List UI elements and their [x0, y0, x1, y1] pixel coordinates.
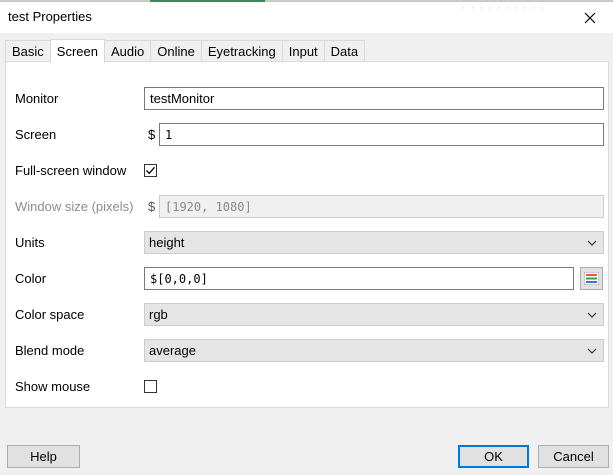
chevron-down-icon — [587, 240, 597, 246]
fullscreen-checkbox[interactable] — [144, 164, 157, 177]
screen-settings-panel: Monitor testMonitor Screen $ 1 Full-scre… — [5, 61, 609, 408]
ok-button[interactable]: OK — [458, 445, 529, 468]
tab-eyetracking[interactable]: Eyetracking — [200, 40, 283, 62]
units-dropdown[interactable]: height — [144, 231, 604, 254]
show-mouse-checkbox[interactable] — [144, 380, 157, 393]
screen-code-prefix: $ — [148, 127, 156, 142]
window-size-field: [1920, 1080] — [159, 195, 604, 218]
title-accent-line — [150, 0, 265, 2]
background-window-text: · · · · · · · · · · — [462, 2, 546, 14]
units-label: Units — [15, 235, 45, 250]
title-bar: test Properties · · · · · · · · · · — [0, 0, 613, 33]
monitor-field[interactable]: testMonitor — [144, 87, 604, 110]
tab-input[interactable]: Input — [281, 40, 325, 62]
window-size-code-prefix: $ — [148, 199, 156, 214]
color-space-value: rgb — [149, 307, 168, 322]
window-size-value: [1920, 1080] — [165, 199, 252, 214]
tab-data[interactable]: Data — [323, 40, 366, 62]
chevron-down-icon — [587, 312, 597, 318]
screen-value: 1 — [165, 127, 173, 142]
window-title: test Properties — [8, 9, 92, 24]
cancel-button[interactable]: Cancel — [538, 445, 609, 468]
screen-label: Screen — [15, 127, 57, 142]
blend-mode-label: Blend mode — [15, 343, 85, 358]
color-picker-button[interactable] — [580, 267, 603, 290]
color-label: Color — [15, 271, 47, 286]
screen-field[interactable]: 1 — [159, 123, 604, 146]
color-space-dropdown[interactable]: rgb — [144, 303, 604, 326]
fullscreen-label: Full-screen window — [15, 163, 127, 178]
monitor-label: Monitor — [15, 91, 59, 106]
show-mouse-label: Show mouse — [15, 379, 91, 394]
blend-mode-value: average — [149, 343, 196, 358]
tab-online[interactable]: Online — [150, 40, 202, 62]
color-value: $[0,0,0] — [150, 271, 208, 286]
color-space-label: Color space — [15, 307, 85, 322]
help-button[interactable]: Help — [7, 445, 80, 468]
close-icon — [584, 12, 596, 23]
checkmark-icon — [146, 166, 155, 175]
units-value: height — [149, 235, 185, 250]
tab-strip: Basic Screen Audio Online Eyetracking In… — [5, 39, 366, 63]
chevron-down-icon — [587, 348, 597, 354]
blend-mode-dropdown[interactable]: average — [144, 339, 604, 362]
close-button[interactable] — [567, 2, 613, 33]
window-size-label: Window size (pixels) — [15, 199, 134, 214]
monitor-value: testMonitor — [150, 91, 215, 106]
color-field[interactable]: $[0,0,0] — [144, 267, 574, 290]
tab-screen[interactable]: Screen — [49, 39, 105, 63]
tab-audio[interactable]: Audio — [104, 40, 152, 62]
color-picker-icon — [584, 272, 599, 285]
tab-basic[interactable]: Basic — [5, 40, 51, 62]
